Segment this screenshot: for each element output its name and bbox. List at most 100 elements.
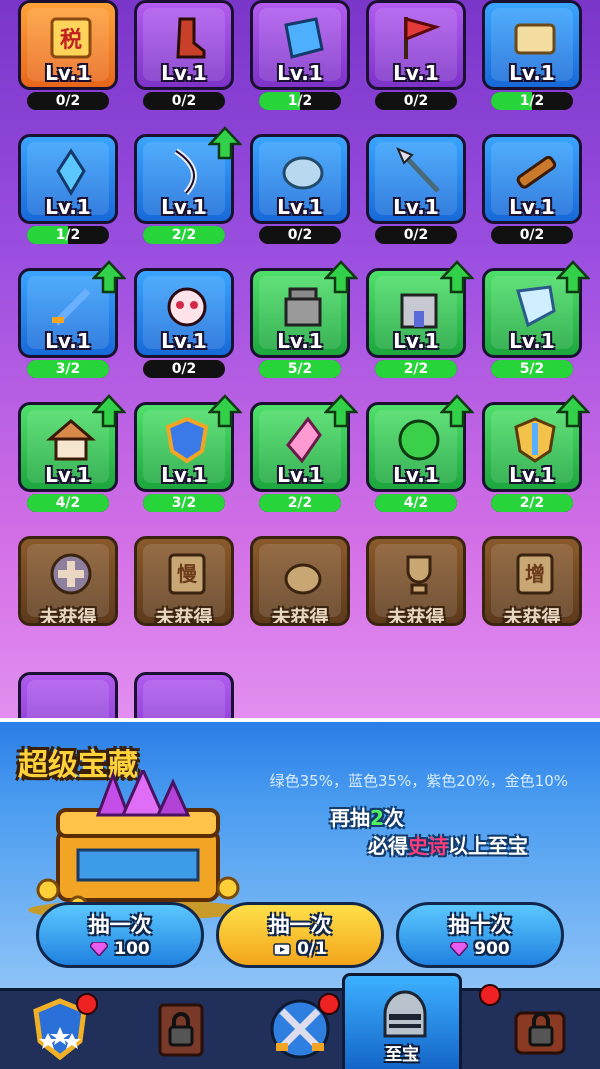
house-icon xyxy=(46,419,96,461)
notification-dot xyxy=(318,993,340,1015)
partial-item-card[interactable] xyxy=(134,672,234,720)
item-level: Lv.1 xyxy=(393,195,439,219)
progress-count: 2/2 xyxy=(403,361,429,377)
treasure-item-card[interactable]: Lv.1 0/2 xyxy=(134,268,234,380)
treasure-item-card[interactable]: Lv.1 2/2 xyxy=(482,394,590,514)
progress-bar: 2/2 xyxy=(491,494,573,512)
progress-count: 1/2 xyxy=(287,93,313,109)
upgrade-arrow-icon xyxy=(324,394,358,428)
draw-once-gem-button[interactable]: 抽一次 100 xyxy=(36,902,204,968)
treasure-chest-icon xyxy=(28,770,248,920)
progress-bar: 2/2 xyxy=(375,360,457,378)
progress-count: 3/2 xyxy=(171,495,197,511)
svg-text:税: 税 xyxy=(60,27,82,53)
not-obtained-label: 未获得 xyxy=(503,607,561,626)
gem-icon xyxy=(450,942,469,956)
progress-count: 0/2 xyxy=(171,361,197,377)
hint-text: 以上至宝 xyxy=(448,834,528,858)
progress-count: 0/2 xyxy=(519,227,545,243)
upgrade-arrow-icon xyxy=(556,394,590,428)
treasure-item-card[interactable]: Lv.1 4/2 xyxy=(18,394,126,514)
treasure-item-card[interactable]: Lv.1 0/2 xyxy=(482,134,582,246)
button-cost: 900 xyxy=(399,939,561,959)
item-tile: Lv.1 xyxy=(366,0,466,90)
upgrade-arrow-icon xyxy=(92,260,126,294)
progress-bar: 4/2 xyxy=(27,494,109,512)
nav-treasure[interactable]: 至宝 xyxy=(342,973,501,1069)
nav-rank[interactable] xyxy=(0,991,120,1069)
item-level: Lv.1 xyxy=(393,61,439,85)
locked-item-card[interactable]: 未获得 xyxy=(18,536,118,648)
treasure-item-card[interactable]: Lv.1 2/2 xyxy=(134,126,242,246)
hint-text: 次 xyxy=(383,806,404,830)
svg-text:慢: 慢 xyxy=(177,562,198,586)
locked-item-card[interactable]: 增未获得 xyxy=(482,536,582,648)
svg-text:增: 增 xyxy=(525,562,545,586)
locked-book-icon xyxy=(158,1003,204,1057)
treasure-item-card[interactable]: Lv.1 0/2 xyxy=(250,134,350,246)
treasure-item-card[interactable]: Lv.1 1/2 xyxy=(250,0,350,112)
item-tile xyxy=(18,672,118,720)
draw-once-video-button[interactable]: 抽一次 0/1 xyxy=(216,902,384,968)
treasure-item-card[interactable]: Lv.1 0/2 xyxy=(134,0,234,112)
draw-hint-line2: 必得史诗以上至宝 xyxy=(368,830,528,859)
item-tile: Lv.1 xyxy=(482,134,582,224)
item-tile: Lv.1 xyxy=(134,268,234,358)
shield-icon xyxy=(165,416,209,464)
locked-item-card[interactable]: 未获得 xyxy=(366,536,466,648)
item-level: Lv.1 xyxy=(161,61,207,85)
notification-dot xyxy=(76,993,98,1015)
treasure-item-card[interactable]: Lv.1 3/2 xyxy=(18,260,126,380)
nav-book-locked[interactable] xyxy=(120,991,240,1069)
treasure-item-card[interactable]: Lv.1 4/2 xyxy=(366,394,474,514)
partial-item-card[interactable] xyxy=(18,672,118,720)
item-level: Lv.1 xyxy=(45,195,91,219)
progress-bar: 5/2 xyxy=(259,360,341,378)
nav-chest-locked[interactable] xyxy=(480,991,600,1069)
green-orb-icon xyxy=(398,419,440,461)
knight-helmet-icon xyxy=(383,990,427,1038)
treasure-item-card[interactable]: Lv.1 2/2 xyxy=(250,394,358,514)
item-level: Lv.1 xyxy=(509,61,555,85)
treasure-item-card[interactable]: Lv.1 3/2 xyxy=(134,394,242,514)
progress-count: 3/2 xyxy=(55,361,81,377)
treasure-item-card[interactable]: Lv.1 2/2 xyxy=(366,260,474,380)
treasure-item-card[interactable]: Lv.1 0/2 xyxy=(366,0,466,112)
locked-item-card[interactable]: 慢未获得 xyxy=(134,536,234,648)
locked-item-card[interactable]: 未获得 xyxy=(250,536,350,648)
crystal-icon xyxy=(56,148,86,196)
progress-bar: 1/2 xyxy=(259,92,341,110)
progress-count: 0/2 xyxy=(55,93,81,109)
draw-ten-button[interactable]: 抽十次 900 xyxy=(396,902,564,968)
progress-bar: 0/2 xyxy=(143,360,225,378)
increase-scroll-icon: 增 xyxy=(516,553,554,595)
blue-cloth-icon xyxy=(284,17,324,59)
item-level: Lv.1 xyxy=(161,195,207,219)
locked-chest-icon xyxy=(514,1011,566,1055)
map-scroll-icon xyxy=(514,23,556,55)
item-level: Lv.1 xyxy=(277,195,323,219)
super-treasure-panel: 超级宝藏 绿色35%，蓝色35%，紫色20%，金色10% 再抽2次 必得史诗以上… xyxy=(0,718,600,992)
treasure-item-card[interactable]: Lv.1 0/2 xyxy=(366,134,466,246)
button-label: 抽十次 xyxy=(448,913,512,937)
item-level: Lv.1 xyxy=(393,329,439,353)
treasure-item-card[interactable]: Lv.1 5/2 xyxy=(250,260,358,380)
not-obtained-label: 未获得 xyxy=(155,607,213,626)
progress-bar: 2/2 xyxy=(143,226,225,244)
item-tile: 税 Lv.1 xyxy=(18,0,118,90)
trophy-icon xyxy=(406,555,432,595)
treasure-item-card[interactable]: 税 Lv.1 0/2 xyxy=(18,0,118,112)
item-tile: Lv.1 xyxy=(134,0,234,90)
treasure-grid: 税 Lv.1 0/2 Lv.1 0/2 Lv.1 1/2 Lv.1 0/2 Lv.1 1/2 Lv.1… xyxy=(0,0,600,720)
progress-bar: 3/2 xyxy=(27,360,109,378)
cost-value: 900 xyxy=(474,939,510,959)
sword-shield-icon xyxy=(514,417,556,463)
treasure-item-card[interactable]: Lv.1 1/2 xyxy=(482,0,582,112)
progress-count: 2/2 xyxy=(519,495,545,511)
treasure-item-card[interactable]: Lv.1 1/2 xyxy=(18,134,118,246)
progress-count: 4/2 xyxy=(403,495,429,511)
upgrade-arrow-icon xyxy=(324,260,358,294)
nav-label: 至宝 xyxy=(385,1045,419,1065)
treasure-item-card[interactable]: Lv.1 5/2 xyxy=(482,260,590,380)
progress-count: 5/2 xyxy=(287,361,313,377)
